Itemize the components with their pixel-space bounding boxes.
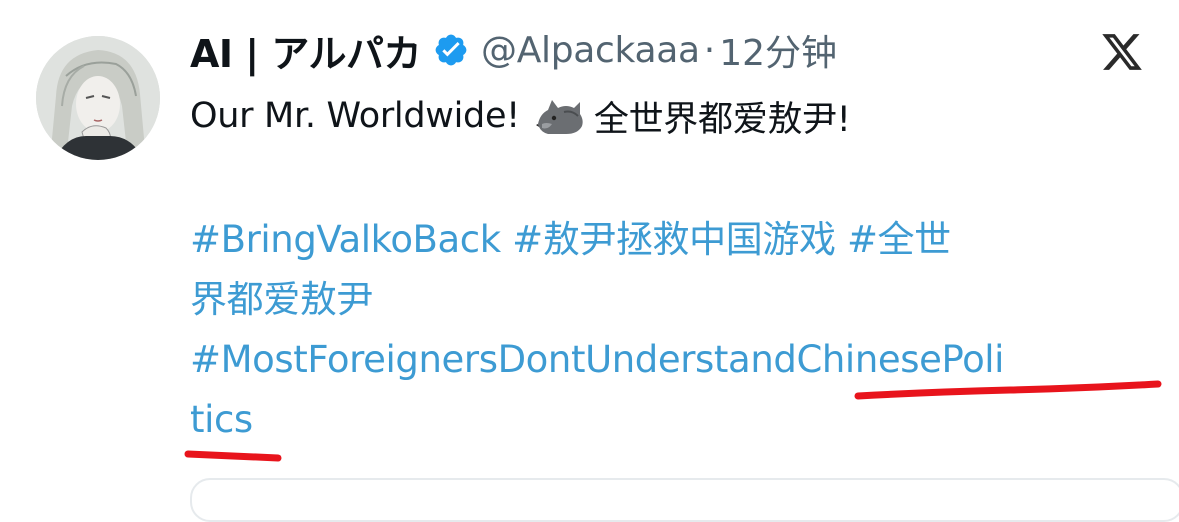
wolf-emoji-icon — [534, 94, 586, 138]
separator-dot: · — [703, 29, 716, 71]
hashtag-world-loves-aoyin-start[interactable]: #全世 — [847, 218, 951, 261]
tweet-timestamp[interactable]: 12分钟 — [719, 24, 837, 76]
tweet-text-chinese: 全世界都爱敖尹! — [593, 99, 851, 140]
hashtag-line-1: #BringValkoBack #敖尹拯救中国游戏 #全世 — [190, 210, 1150, 270]
hashtag-block: #BringValkoBack #敖尹拯救中国游戏 #全世 界都爱敖尹 #Mos… — [190, 210, 1150, 450]
hashtag-line-2: 界都爱敖尹 — [190, 270, 1150, 330]
x-logo-icon[interactable] — [1100, 30, 1144, 74]
hashtag-most-foreigners-end[interactable]: tics — [190, 398, 253, 441]
verified-badge-icon — [433, 32, 469, 68]
author-display-name[interactable]: AI | アルパカ — [190, 23, 422, 78]
hashtag-world-loves-aoyin-end[interactable]: 界都爱敖尹 — [190, 278, 373, 321]
red-underline-annotation-2 — [184, 450, 282, 462]
tweet-text: Our Mr. Worldwide! 全世界都爱敖尹! — [190, 88, 851, 144]
red-underline-annotation-1 — [854, 380, 1162, 400]
tweet-header: AI | アルパカ @Alpackaaa · 12分钟 — [190, 22, 837, 78]
avatar[interactable] — [36, 36, 160, 160]
embedded-card-edge[interactable] — [190, 478, 1179, 522]
author-handle[interactable]: @Alpackaaa — [481, 30, 700, 71]
tweet-text-english: Our Mr. Worldwide! — [190, 96, 520, 136]
hashtag-aoyin-save-games[interactable]: #敖尹拯救中国游戏 — [512, 218, 836, 261]
hashtag-bringvalkoback[interactable]: #BringValkoBack — [190, 218, 501, 261]
